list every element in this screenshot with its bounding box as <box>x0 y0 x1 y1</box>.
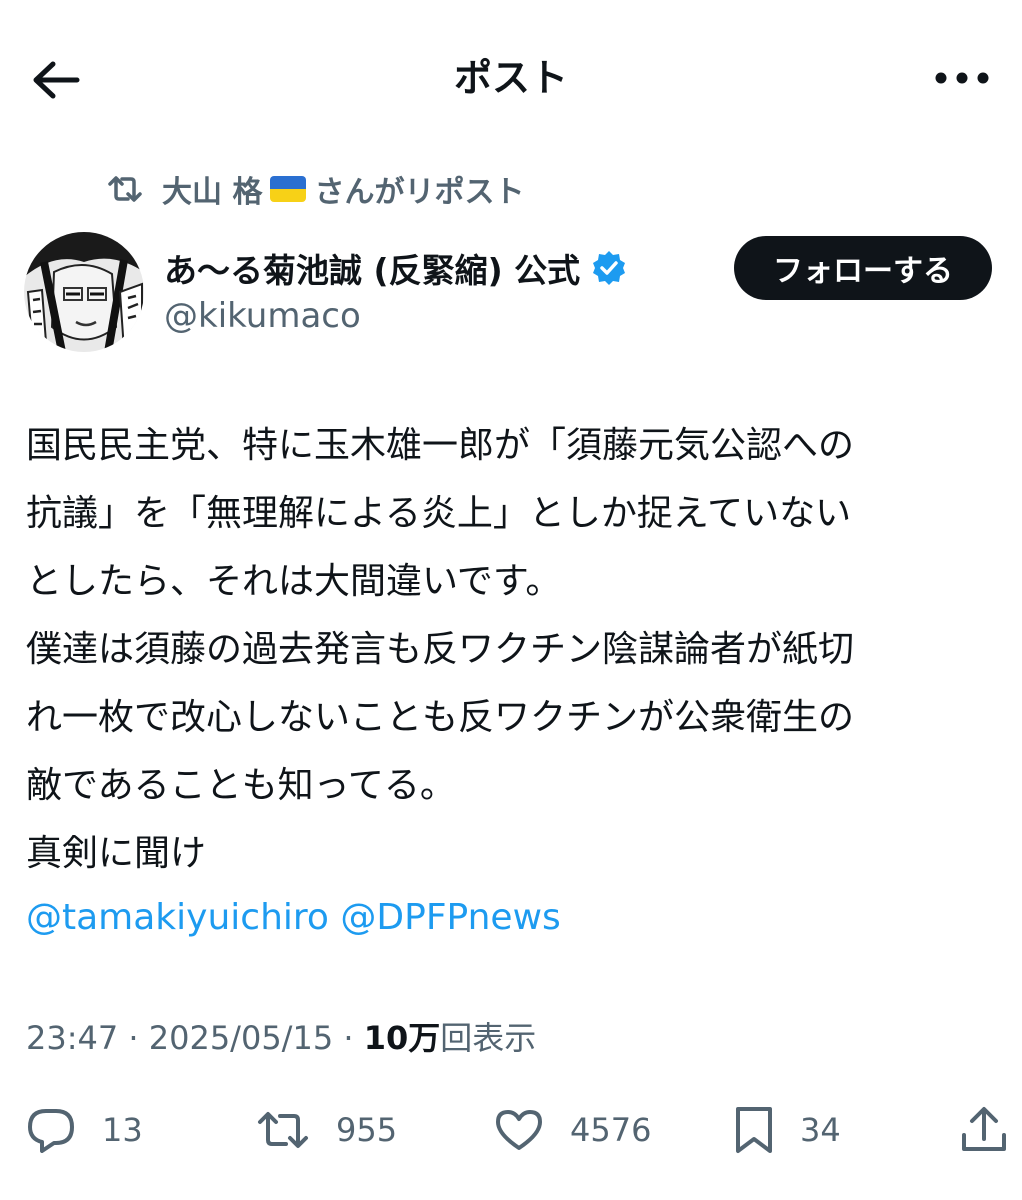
reply-icon <box>28 1109 74 1153</box>
avatar-image <box>24 232 144 352</box>
post-line: 敵であることも知ってる。 <box>26 765 456 806</box>
author-name-row[interactable]: あ〜る菊池誠 (反緊縮) 公式 <box>164 244 628 292</box>
post-date[interactable]: 2025/05/15 <box>149 1019 333 1057</box>
repost-label: さんがリポスト <box>314 175 525 210</box>
mention-link-dpfpnews[interactable]: @DPFPnews <box>340 897 560 938</box>
like-button[interactable]: 4576 <box>494 1100 651 1160</box>
post-line: 抗議」を「無理解による炎上」としか捉えていない <box>26 493 852 534</box>
page-title: ポスト <box>453 56 568 100</box>
views-count: 10万 <box>363 1019 441 1057</box>
repost-count: 955 <box>336 1111 398 1149</box>
views-label: 回表示 <box>440 1019 537 1057</box>
share-button[interactable] <box>960 1100 1008 1160</box>
bookmark-button[interactable]: 34 <box>734 1100 841 1160</box>
author-name: あ〜る菊池誠 (反緊縮) 公式 <box>164 251 581 290</box>
post-text: 国民民主党、特に玉木雄一郎が「須藤元気公認への 抗議」を「無理解による炎上」とし… <box>26 412 1006 888</box>
follow-button[interactable]: フォローする <box>734 236 992 300</box>
post-line: としたら、それは大間違いです。 <box>26 561 562 602</box>
repost-icon <box>258 1112 308 1148</box>
more-options-button[interactable] <box>932 52 992 104</box>
like-count: 4576 <box>570 1111 652 1149</box>
repost-icon <box>108 176 142 202</box>
reply-button[interactable]: 13 <box>26 1100 143 1160</box>
post-time[interactable]: 23:47 <box>26 1019 118 1057</box>
post-meta: 23:47 · 2025/05/15 · 10万回表示 <box>26 1012 536 1064</box>
author-handle[interactable]: @kikumaco <box>164 294 361 338</box>
repost-button[interactable]: 955 <box>256 1100 397 1160</box>
post-line: 僕達は須藤の過去発言も反ワクチン陰謀論者が紙切 <box>26 629 855 670</box>
more-dots-icon <box>935 72 989 84</box>
mentions: @tamakiyuichiro @DPFPnews <box>26 884 561 952</box>
post-line: 真剣に聞け <box>26 833 207 874</box>
post-line: れ一枚で改心しないことも反ワクチンが公衆衛生の <box>26 697 855 738</box>
post-line: 国民民主党、特に玉木雄一郎が「須藤元気公認への <box>26 425 855 466</box>
heart-icon <box>496 1110 542 1150</box>
mention-link-tamakiyuichiro[interactable]: @tamakiyuichiro <box>26 897 329 938</box>
ukraine-flag-icon <box>270 176 307 202</box>
bookmark-count: 34 <box>800 1111 841 1149</box>
meta-separator: · <box>343 1019 354 1057</box>
bookmark-icon <box>736 1107 772 1153</box>
reply-count: 13 <box>102 1111 143 1149</box>
reposter-name: 大山 格 <box>162 175 263 210</box>
share-icon <box>962 1107 1006 1151</box>
avatar[interactable] <box>24 232 144 352</box>
meta-separator: · <box>128 1019 139 1057</box>
verified-badge-icon <box>593 251 626 285</box>
repost-indicator[interactable]: 大山 格 さんがリポスト <box>106 168 524 210</box>
